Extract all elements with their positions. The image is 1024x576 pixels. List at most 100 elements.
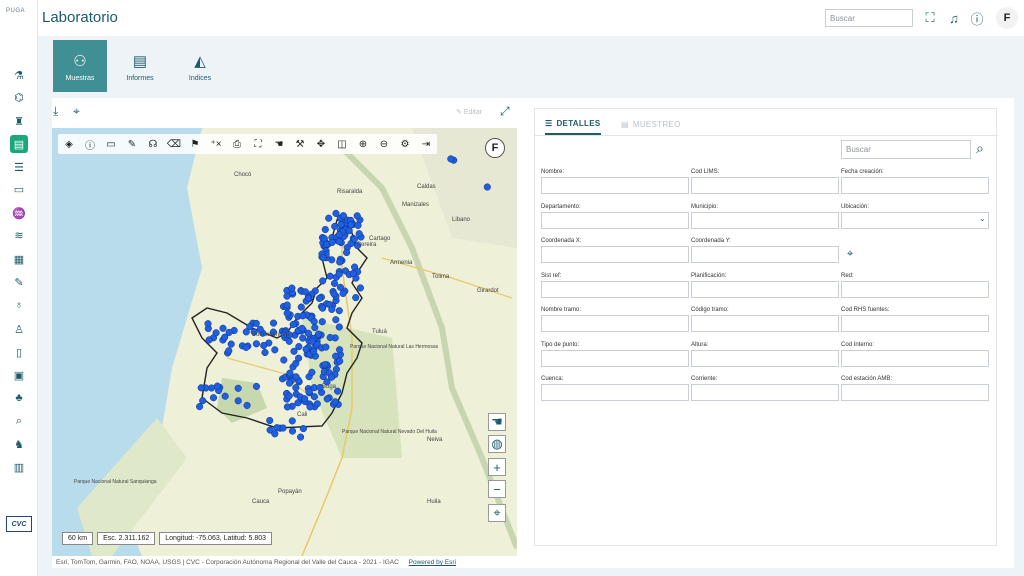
- sample-point[interactable]: [292, 384, 300, 392]
- sample-point[interactable]: [285, 392, 293, 400]
- nav-icon-9[interactable]: ▦: [10, 250, 28, 268]
- sample-point[interactable]: [279, 424, 287, 432]
- sample-point[interactable]: [336, 283, 344, 291]
- sample-point[interactable]: [266, 416, 274, 425]
- sample-point[interactable]: [271, 346, 279, 354]
- nav-icon-10[interactable]: ✎: [10, 273, 28, 291]
- sample-point[interactable]: [321, 361, 329, 369]
- field-input-0[interactable]: [541, 177, 689, 194]
- coordinates-icon[interactable]: ⁺×: [207, 135, 225, 153]
- hand-icon[interactable]: ☚: [270, 135, 288, 153]
- field-input-8[interactable]: [541, 280, 689, 298]
- zoom-out-icon[interactable]: ⊖: [375, 135, 393, 153]
- sample-point[interactable]: [273, 424, 281, 432]
- sample-point[interactable]: [292, 373, 300, 381]
- nav-icon-18[interactable]: ▥: [10, 458, 28, 476]
- sample-point[interactable]: [285, 379, 294, 387]
- sample-point[interactable]: [252, 319, 260, 327]
- map-pin-icon[interactable]: ⌖: [847, 248, 853, 261]
- sample-point[interactable]: [355, 230, 363, 238]
- avatar[interactable]: F: [996, 7, 1018, 29]
- sample-point[interactable]: [290, 347, 298, 355]
- sample-point[interactable]: [269, 319, 278, 327]
- sample-point[interactable]: [213, 382, 221, 390]
- sample-point[interactable]: [205, 336, 213, 344]
- zoom-in-button[interactable]: +: [488, 458, 506, 476]
- sample-point[interactable]: [301, 395, 309, 403]
- nav-icon-1[interactable]: ⚗: [10, 66, 28, 84]
- sample-point[interactable]: [335, 270, 343, 278]
- sample-point[interactable]: [310, 393, 318, 401]
- field-input-2[interactable]: [841, 177, 989, 194]
- help-icon[interactable]: ⓘ: [968, 9, 986, 27]
- sample-point[interactable]: [299, 334, 307, 342]
- search-icon[interactable]: ⌕: [976, 140, 984, 157]
- f-button[interactable]: F: [485, 138, 505, 158]
- sample-point[interactable]: [299, 312, 307, 320]
- nav-icon-6[interactable]: ▭: [10, 180, 28, 198]
- sample-point[interactable]: [288, 417, 296, 425]
- field-input-16[interactable]: [841, 349, 989, 367]
- nav-icon-5[interactable]: ☰: [10, 158, 28, 176]
- tab-muestreo[interactable]: ▤ MUESTREO: [621, 113, 681, 135]
- info-icon[interactable]: ⓘ: [81, 135, 99, 153]
- sample-point[interactable]: [283, 309, 291, 317]
- sample-point[interactable]: [354, 221, 362, 229]
- sample-point[interactable]: [209, 394, 218, 402]
- download-icon[interactable]: ⤓: [53, 104, 58, 119]
- sample-point[interactable]: [336, 346, 344, 354]
- sample-point[interactable]: [311, 324, 319, 332]
- field-input-1[interactable]: [691, 177, 839, 194]
- sample-point[interactable]: [326, 272, 334, 280]
- sample-point[interactable]: [234, 397, 242, 405]
- sample-point[interactable]: [319, 304, 327, 312]
- sample-point[interactable]: [356, 284, 364, 292]
- field-input-12[interactable]: [691, 315, 839, 332]
- field-input-7[interactable]: [691, 246, 839, 263]
- sample-point[interactable]: [288, 284, 296, 292]
- map[interactable]: Chocó Risaralda Caldas Manizales Libano Perei…: [52, 128, 517, 556]
- sample-point[interactable]: [298, 324, 306, 332]
- tab-informes[interactable]: ▤ Informes: [113, 40, 167, 92]
- nav-icon-16[interactable]: ⌕: [10, 412, 28, 430]
- powered-by-link[interactable]: Powered by Esri: [409, 559, 456, 566]
- sample-point[interactable]: [283, 292, 291, 300]
- search-input[interactable]: Buscar: [825, 9, 913, 27]
- nav-icon-2[interactable]: ⌬: [10, 88, 28, 106]
- sample-point[interactable]: [301, 288, 309, 296]
- bell-icon[interactable]: ♫: [945, 9, 963, 27]
- sample-point[interactable]: [260, 341, 268, 350]
- sample-point[interactable]: [288, 427, 297, 435]
- sample-point[interactable]: [308, 368, 316, 376]
- sample-point[interactable]: [242, 343, 250, 351]
- field-input-10[interactable]: [841, 280, 989, 298]
- field-input-18[interactable]: [691, 384, 839, 401]
- sample-point[interactable]: [349, 269, 357, 277]
- sample-point[interactable]: [331, 398, 339, 406]
- panel-search-input[interactable]: Buscar: [841, 140, 971, 159]
- nav-icon-12[interactable]: ♙: [10, 320, 28, 338]
- move-icon[interactable]: ✥: [312, 135, 330, 153]
- sample-point[interactable]: [353, 212, 361, 220]
- sample-point[interactable]: [321, 225, 329, 234]
- location-pin-icon[interactable]: ⌖: [73, 104, 80, 119]
- sample-point[interactable]: [304, 329, 312, 337]
- next-icon[interactable]: ⇥: [417, 135, 435, 153]
- nav-icon-8[interactable]: ≋: [10, 226, 28, 244]
- sample-point[interactable]: [330, 279, 339, 287]
- sample-point[interactable]: [325, 214, 333, 222]
- pencil-icon[interactable]: ✎: [123, 135, 141, 153]
- sample-point[interactable]: [196, 403, 204, 411]
- nav-icon-11[interactable]: ♁: [10, 296, 28, 314]
- nav-icon-14[interactable]: ▣: [10, 366, 28, 384]
- locate-icon[interactable]: ⌖: [488, 504, 506, 522]
- flag-icon[interactable]: ⚑: [186, 135, 204, 153]
- sample-point[interactable]: [332, 316, 340, 324]
- pan-icon[interactable]: ☚: [488, 413, 506, 431]
- hammer-icon[interactable]: ⚒: [291, 135, 309, 153]
- settings-icon[interactable]: ⚙: [396, 135, 414, 153]
- sample-point[interactable]: [347, 221, 355, 229]
- field-input-19[interactable]: [841, 384, 989, 401]
- sample-point[interactable]: [283, 403, 291, 411]
- sample-point[interactable]: [286, 369, 294, 377]
